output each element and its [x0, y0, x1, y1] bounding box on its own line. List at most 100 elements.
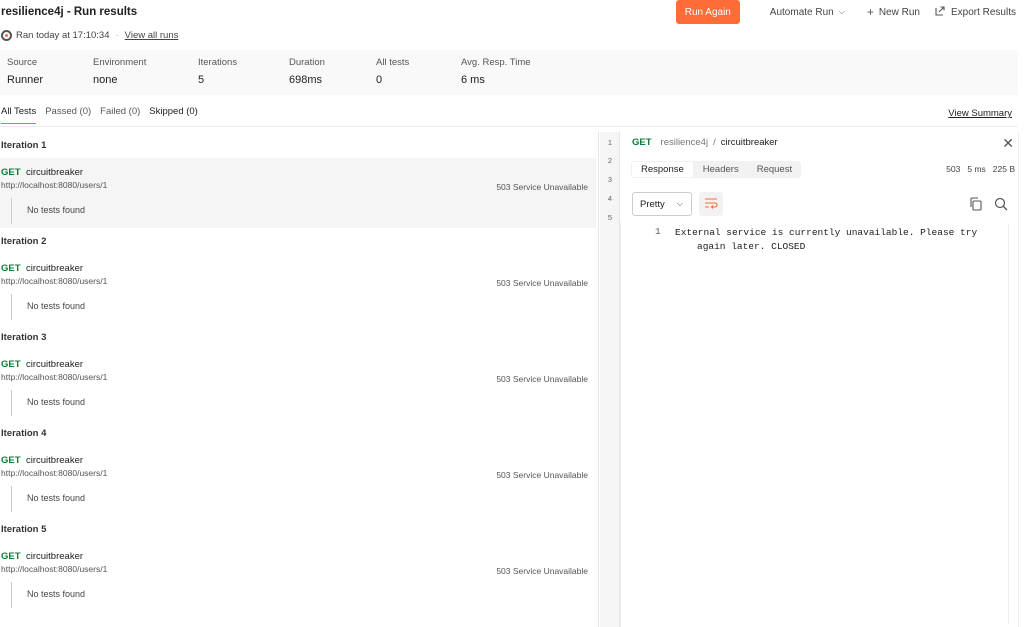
tab-failed[interactable]: Failed (0): [100, 106, 140, 124]
tab-request[interactable]: Request: [748, 161, 801, 178]
response-status: 503 Service Unavailable: [496, 278, 588, 288]
iteration-group: Iteration 2 GET circuitbreaker http://lo…: [0, 228, 596, 324]
stat-value: 5: [198, 74, 205, 86]
view-summary-link[interactable]: View Summary: [948, 108, 1012, 119]
response-status: 503 Service Unavailable: [496, 470, 588, 480]
status-code: 503: [946, 164, 961, 174]
stat-label: All tests: [376, 57, 410, 68]
response-size: 225 B: [992, 164, 1015, 174]
stat-value: Runner: [7, 74, 44, 86]
new-run-label: New Run: [878, 6, 920, 18]
response-status: 503 Service Unavailable: [496, 182, 588, 192]
close-icon[interactable]: ✕: [1002, 135, 1014, 152]
format-select[interactable]: Pretty ⌵: [632, 192, 692, 216]
iteration-group: Iteration 5 GET circuitbreaker http://lo…: [0, 516, 596, 612]
page-title: resilience4j - Run results: [1, 6, 138, 18]
scrollbar[interactable]: [1008, 224, 1012, 624]
chevron-down-icon: ⌵: [838, 7, 845, 16]
request-name: circuitbreaker: [26, 551, 84, 562]
export-results-button[interactable]: Export Results: [934, 5, 1016, 20]
request-method: GET: [1, 551, 21, 562]
request-row[interactable]: GET circuitbreaker http://localhost:8080…: [0, 542, 596, 612]
code-line-number: 1: [655, 226, 661, 237]
request-method: GET: [1, 167, 21, 178]
stat-value: none: [93, 74, 118, 86]
request-row[interactable]: GET circuitbreaker http://localhost:8080…: [0, 446, 596, 516]
no-tests-message: No tests found: [11, 198, 85, 224]
no-tests-message: No tests found: [11, 294, 85, 320]
request-row[interactable]: GET circuitbreaker http://localhost:8080…: [0, 254, 596, 324]
divider: [1018, 132, 1019, 627]
stat-label: Source: [7, 57, 38, 68]
request-method: GET: [1, 455, 21, 466]
run-again-button[interactable]: Run Again: [675, 0, 740, 24]
wrap-lines-button[interactable]: [699, 192, 723, 216]
chevron-down-icon: ⌵: [676, 199, 683, 208]
separator-dot: ·: [115, 29, 119, 41]
iteration-title: Iteration 4: [1, 428, 47, 439]
no-tests-message: No tests found: [11, 390, 85, 416]
stat-label: Duration: [289, 57, 325, 68]
tab-all-tests[interactable]: All Tests: [1, 106, 37, 124]
request-name: circuitbreaker: [26, 167, 84, 178]
stat-label: Iterations: [198, 57, 238, 68]
breadcrumb-separator: /: [713, 137, 716, 148]
iteration-gutter: 1 2 3 4 5: [600, 132, 620, 627]
gutter-number[interactable]: 1: [600, 138, 620, 147]
tab-response[interactable]: Response: [632, 162, 693, 177]
stat-label: Avg. Resp. Time: [461, 57, 531, 68]
wrap-lines-icon: [704, 197, 718, 212]
divider: [620, 222, 621, 627]
request-row[interactable]: GET circuitbreaker http://localhost:8080…: [0, 158, 596, 228]
iteration-title: Iteration 3: [1, 332, 47, 343]
stat-value: 0: [376, 74, 383, 86]
iteration-group: Iteration 1 GET circuitbreaker http://lo…: [0, 132, 596, 228]
no-tests-message: No tests found: [11, 486, 85, 512]
stat-value: 6 ms: [461, 74, 485, 86]
request-method: GET: [632, 137, 652, 148]
iteration-title: Iteration 5: [1, 524, 47, 535]
collection-name[interactable]: resilience4j: [661, 137, 709, 148]
header-actions: Run Again Automate Run ⌵ + New Run Expor…: [675, 0, 1016, 24]
gutter-number[interactable]: 3: [600, 175, 620, 184]
iteration-title: Iteration 1: [1, 140, 47, 151]
request-url: http://localhost:8080/users/1: [1, 180, 108, 190]
request-url: http://localhost:8080/users/1: [1, 372, 108, 382]
export-icon: [934, 5, 946, 20]
request-name: circuitbreaker: [26, 359, 84, 370]
runner-icon: [1, 29, 12, 41]
run-info: Ran today at 17:10:34 · View all runs: [1, 28, 178, 42]
request-row[interactable]: GET circuitbreaker http://localhost:8080…: [0, 350, 596, 420]
gutter-number[interactable]: 5: [600, 213, 620, 222]
automate-run-label: Automate Run: [769, 6, 834, 18]
no-tests-message: No tests found: [11, 582, 85, 608]
request-url: http://localhost:8080/users/1: [1, 276, 108, 286]
format-label: Pretty: [640, 198, 665, 210]
response-body[interactable]: 1 External service is currently unavaila…: [620, 222, 1024, 627]
tab-passed[interactable]: Passed (0): [45, 106, 91, 124]
request-url: http://localhost:8080/users/1: [1, 564, 108, 574]
request-method: GET: [1, 263, 21, 274]
panel-divider[interactable]: [598, 132, 599, 627]
test-filter-tabs: All Tests Passed (0) Failed (0) Skipped …: [1, 106, 198, 124]
response-tabs: Response Headers Request: [631, 161, 802, 178]
stat-value: 698ms: [289, 74, 323, 86]
gutter-number[interactable]: 2: [600, 156, 620, 165]
automate-run-button[interactable]: Automate Run ⌵: [770, 7, 845, 18]
request-name[interactable]: circuitbreaker: [721, 137, 778, 148]
response-panel: 1 2 3 4 5 GET resilience4j / circuitbrea…: [600, 132, 1024, 627]
tab-skipped[interactable]: Skipped (0): [149, 106, 198, 124]
request-breadcrumb: GET resilience4j / circuitbreaker: [632, 137, 778, 148]
request-name: circuitbreaker: [26, 455, 84, 466]
request-method: GET: [1, 359, 21, 370]
new-run-button[interactable]: + New Run: [867, 5, 920, 19]
stat-label: Environment: [93, 57, 147, 68]
copy-icon[interactable]: [968, 196, 984, 212]
export-results-label: Export Results: [950, 6, 1016, 18]
view-all-runs-link[interactable]: View all runs: [125, 30, 179, 41]
response-status: 503 Service Unavailable: [496, 374, 588, 384]
response-status: 503 Service Unavailable: [496, 566, 588, 576]
gutter-number[interactable]: 4: [600, 194, 620, 203]
search-icon[interactable]: [993, 196, 1009, 212]
tab-headers[interactable]: Headers: [694, 161, 748, 178]
